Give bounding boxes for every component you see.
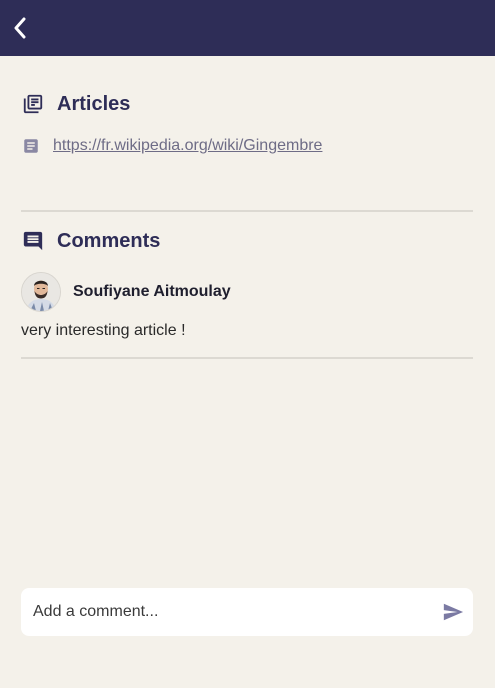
avatar[interactable]: [21, 272, 61, 312]
articles-section-header: Articles: [21, 92, 130, 116]
top-app-bar: [0, 0, 495, 56]
article-item: https://fr.wikipedia.org/wiki/Gingembre: [21, 136, 322, 156]
comment-author-row: Soufiyane Aitmoulay: [21, 272, 231, 312]
comment-icon: [21, 229, 45, 253]
send-button[interactable]: [441, 600, 465, 624]
article-link[interactable]: https://fr.wikipedia.org/wiki/Gingembre: [53, 137, 322, 155]
send-icon: [443, 603, 464, 621]
comment-text: very interesting article !: [21, 322, 186, 339]
comments-section-header: Comments: [21, 229, 160, 253]
comment-input[interactable]: [21, 588, 421, 636]
divider: [21, 210, 473, 212]
divider: [21, 357, 473, 359]
back-button[interactable]: [8, 14, 32, 42]
library-books-icon: [21, 92, 45, 116]
articles-title: Articles: [57, 92, 131, 115]
comment-composer: [21, 588, 473, 636]
article-icon: [21, 136, 41, 156]
chevron-left-icon: [14, 17, 26, 39]
comments-title: Comments: [57, 229, 161, 252]
comment-author-name: Soufiyane Aitmoulay: [73, 283, 231, 300]
